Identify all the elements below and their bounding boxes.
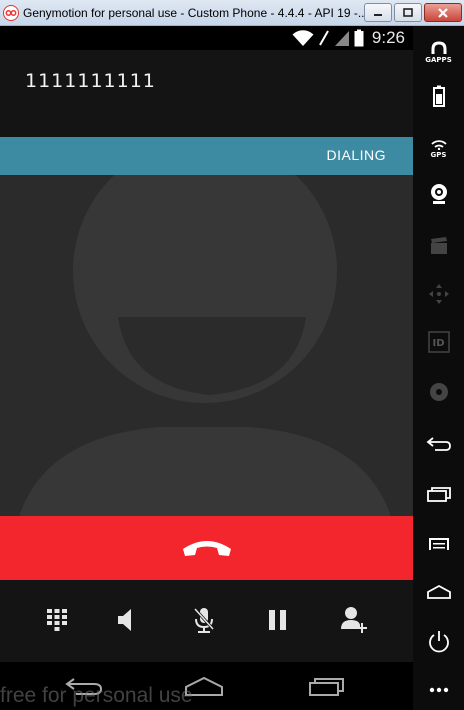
signal-icon [334, 31, 349, 46]
end-call-button[interactable] [0, 516, 413, 580]
status-bar: 9:26 [0, 26, 413, 50]
signal-off-icon [319, 30, 329, 46]
dpad-button[interactable] [413, 276, 464, 312]
minimize-button[interactable] [364, 3, 392, 22]
close-icon [438, 7, 448, 18]
id-label: ID [432, 338, 445, 349]
more-icon [429, 687, 448, 693]
contact-photo [0, 137, 413, 516]
gps-icon [430, 139, 447, 150]
close-button[interactable] [424, 3, 462, 22]
webcam-button[interactable] [413, 176, 464, 212]
in-call-controls [0, 580, 413, 662]
more-button[interactable] [413, 672, 464, 708]
nav-recents-button[interactable] [304, 672, 348, 700]
add-call-icon [341, 607, 367, 633]
side-menu-button[interactable] [413, 526, 464, 562]
power-button[interactable] [413, 624, 464, 660]
home-icon [426, 584, 451, 599]
call-state-label: DIALING [326, 147, 386, 163]
dialpad-button[interactable] [39, 602, 75, 638]
power-icon [428, 631, 449, 653]
clapperboard-icon [430, 237, 447, 254]
gapps-button[interactable]: GAPPS [413, 34, 464, 70]
dpad-icon [428, 284, 449, 304]
genymotion-toolbar: GAPPS GPS ID [413, 26, 464, 710]
battery-icon [432, 85, 445, 107]
call-state-banner: DIALING [0, 137, 413, 175]
side-home-button[interactable] [413, 574, 464, 610]
default-avatar-icon [19, 139, 391, 516]
end-call-icon [182, 541, 231, 556]
gps-label: GPS [430, 150, 447, 159]
disk-icon [429, 383, 448, 401]
battery-button[interactable] [413, 78, 464, 114]
menu-icon [428, 538, 449, 550]
battery-icon [354, 29, 364, 47]
hold-icon [269, 610, 286, 630]
watermark: free for personal use [0, 684, 193, 707]
webcam-icon [430, 184, 447, 204]
mute-icon [193, 607, 215, 633]
window-title: Genymotion for personal use - Custom Pho… [23, 5, 368, 20]
disk-button[interactable] [413, 374, 464, 410]
phone-number: 1111111111 [25, 70, 156, 92]
clock: 9:26 [371, 28, 405, 47]
dialpad-icon [47, 609, 67, 631]
recents-icon [426, 487, 451, 502]
side-back-button[interactable] [413, 426, 464, 462]
window-titlebar[interactable]: Genymotion for personal use - Custom Pho… [0, 0, 464, 26]
maximize-button[interactable] [394, 3, 422, 22]
genymotion-icon [3, 4, 19, 21]
recents-icon [309, 678, 344, 696]
device-id-button[interactable]: ID [413, 324, 464, 360]
side-recents-button[interactable] [413, 476, 464, 512]
add-call-button[interactable] [336, 602, 372, 638]
speaker-icon [118, 609, 131, 631]
caller-info: 1111111111 [0, 50, 413, 137]
wifi-icon [292, 30, 314, 46]
mute-button[interactable] [186, 602, 222, 638]
speaker-button[interactable] [108, 602, 144, 638]
back-icon [426, 437, 451, 451]
screencast-button[interactable] [413, 228, 464, 264]
android-screen: 9:26 1111111111 DIALING free for persona… [0, 26, 413, 710]
gapps-label: GAPPS [425, 55, 452, 64]
gps-button[interactable]: GPS [413, 130, 464, 166]
gapps-icon [431, 40, 446, 54]
hold-button[interactable] [260, 602, 296, 638]
